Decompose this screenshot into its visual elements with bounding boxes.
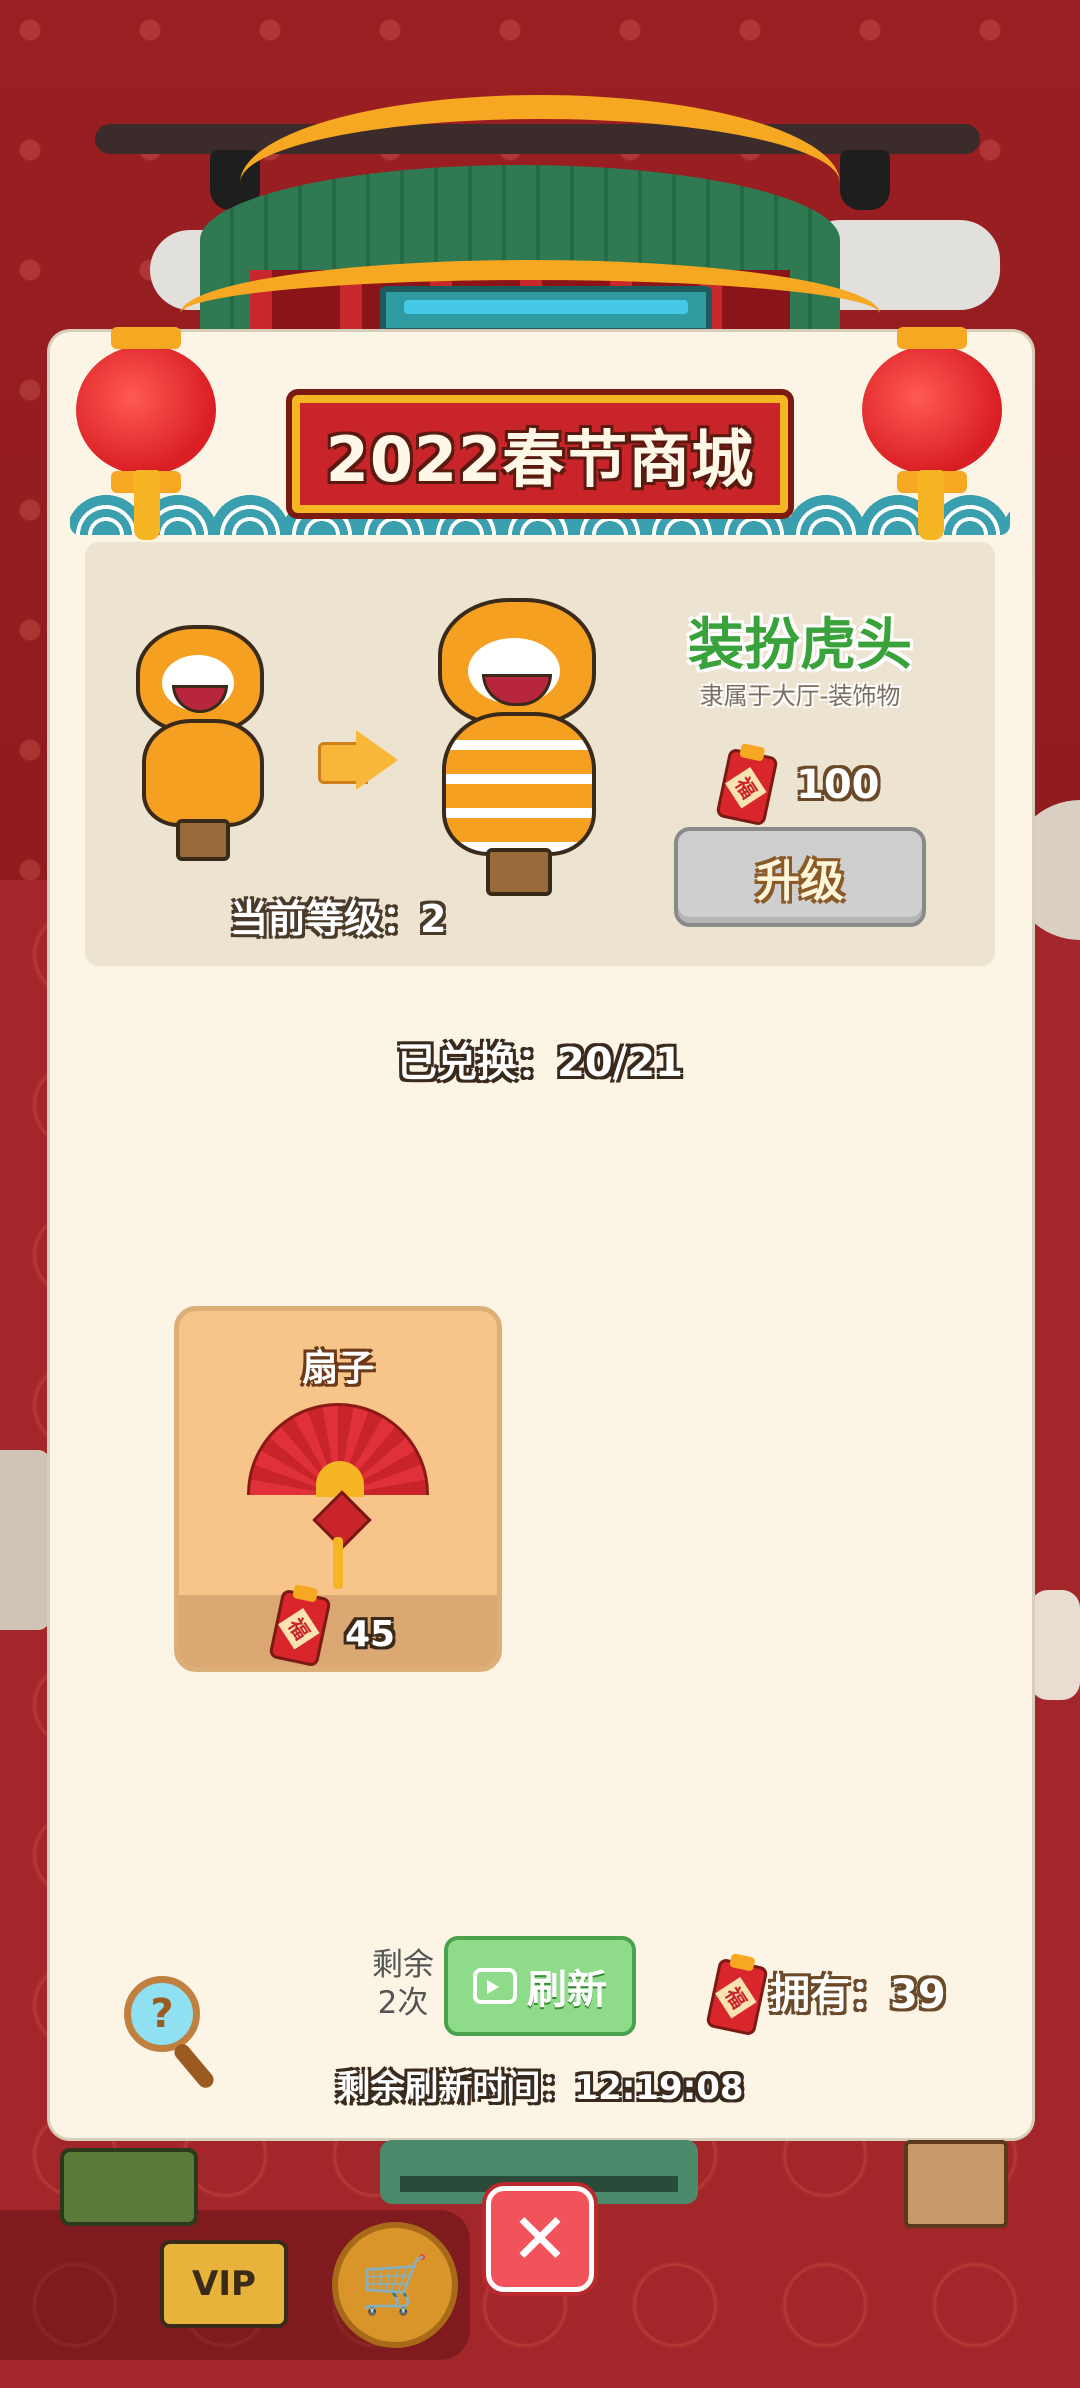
refresh-remaining-count: 2次 xyxy=(377,1985,429,2021)
lantern-tassel xyxy=(918,470,944,540)
shop-item-name: 扇子 xyxy=(301,1348,374,1389)
exchange-count: 已兑换：20/21 xyxy=(0,1030,1080,1088)
recycle-bin-icon[interactable] xyxy=(60,2148,198,2226)
refresh-timer-value: 12:19:08 xyxy=(574,2068,744,2108)
exchange-count-value: 20/21 xyxy=(557,1040,683,1086)
shop-item-card[interactable]: 扇子 45 xyxy=(174,1306,502,1672)
page-title: 2022春节商城 xyxy=(325,423,755,496)
refresh-remaining-label: 剩余 xyxy=(372,1947,434,1983)
current-level: 当前等级：2 xyxy=(230,888,446,943)
side-panel-right[interactable] xyxy=(1030,1590,1080,1700)
refresh-remaining: 剩余 2次 xyxy=(364,1946,442,2022)
video-ad-icon xyxy=(473,1968,517,2004)
current-level-label: 当前等级： xyxy=(230,897,421,941)
lantern-tassel xyxy=(134,470,160,540)
stage-light-right xyxy=(840,150,890,210)
vip-button[interactable]: VIP xyxy=(160,2240,288,2328)
refresh-timer: 剩余刷新时间：12:19:08 xyxy=(0,2060,1080,2109)
owned-count: 拥有：39 xyxy=(770,1962,946,2020)
upgrade-button[interactable]: 升级 xyxy=(674,827,926,927)
exchange-count-label: 已兑换： xyxy=(397,1040,558,1086)
help-search-button[interactable]: ? xyxy=(124,1976,200,2052)
lantern-icon xyxy=(76,327,216,493)
item-category: 隶属于大厅-装饰物 xyxy=(699,682,901,710)
refresh-timer-label: 剩余刷新时间： xyxy=(336,2068,575,2108)
upgrade-button-label: 升级 xyxy=(756,856,844,907)
notice-board-icon[interactable] xyxy=(904,2140,1008,2228)
owned-value: 39 xyxy=(890,1972,946,2018)
lantern-icon xyxy=(862,327,1002,493)
side-panel-left[interactable] xyxy=(0,1450,50,1630)
title-plate: 2022春节商城 xyxy=(292,395,788,513)
close-button[interactable]: ✕ xyxy=(486,2186,594,2292)
arrow-head xyxy=(356,730,398,790)
shop-item-price-bar xyxy=(179,1595,497,1667)
vip-label: VIP xyxy=(192,2264,256,2304)
refresh-button-label: 刷新 xyxy=(527,1967,607,2013)
upgrade-cost: 100 xyxy=(796,762,880,808)
refresh-button[interactable]: 刷新 xyxy=(444,1936,636,2036)
owned-label: 拥有： xyxy=(770,1972,890,2018)
item-name: 装扮虎头 xyxy=(688,613,912,678)
current-level-value: 2 xyxy=(420,897,447,941)
shop-item-price: 45 xyxy=(345,1614,396,1655)
shopping-cart-button[interactable]: 🛒 xyxy=(332,2222,458,2348)
knot-tassel xyxy=(333,1537,343,1589)
